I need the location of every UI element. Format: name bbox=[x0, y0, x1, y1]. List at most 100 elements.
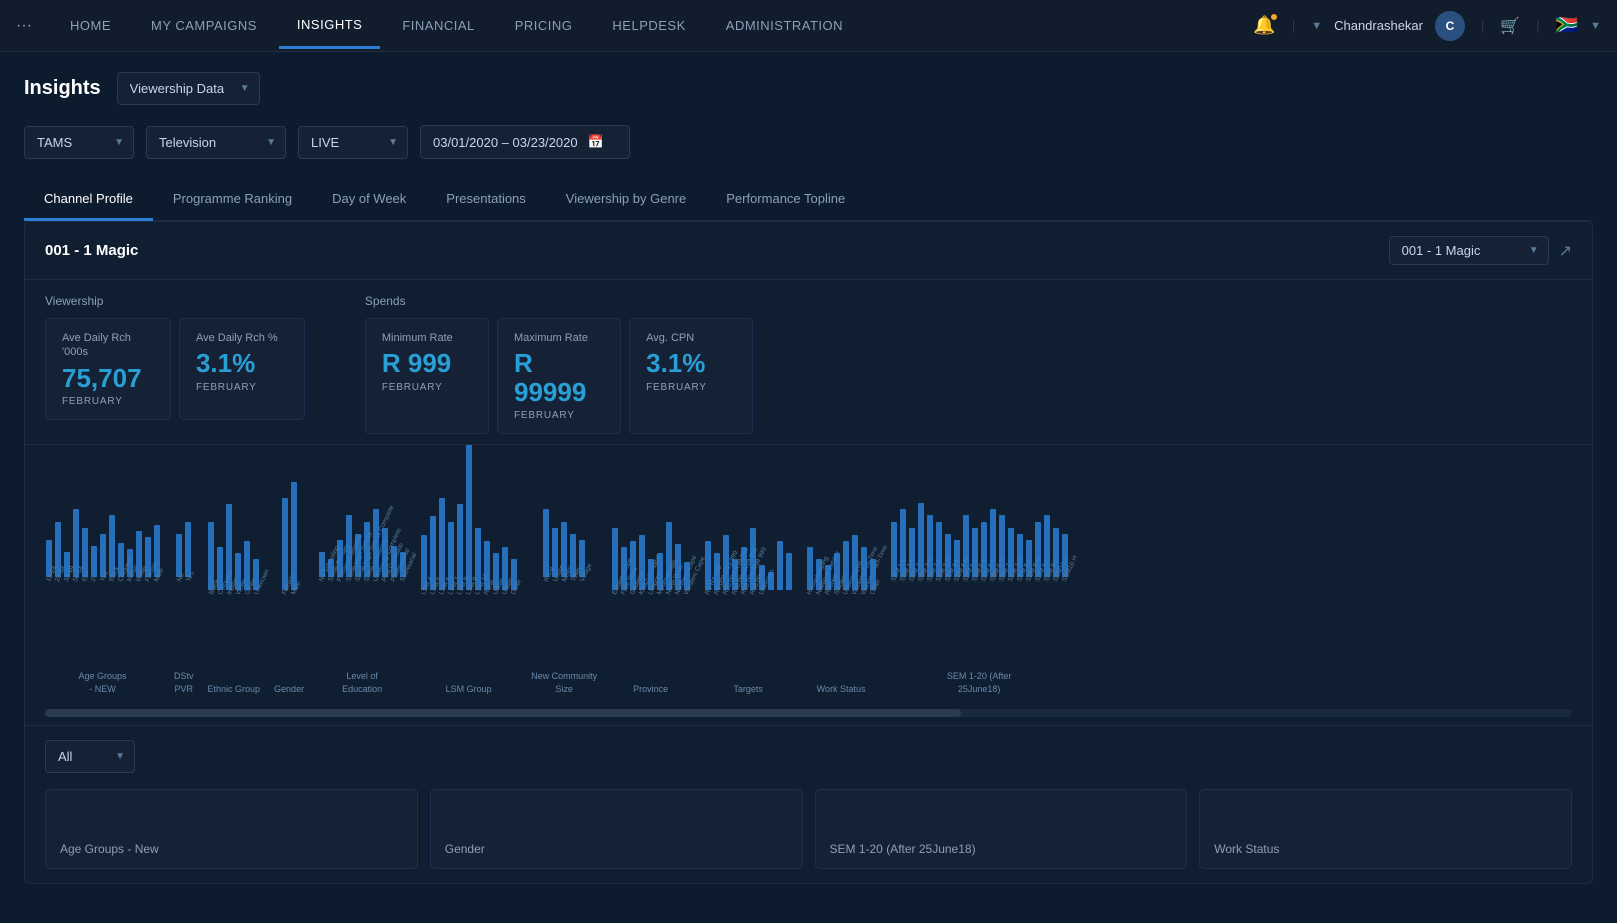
nav-my-campaigns[interactable]: MY CAMPAIGNS bbox=[133, 4, 275, 47]
metric-period-4: FEBRUARY bbox=[646, 382, 736, 393]
viewership-label: Viewership bbox=[45, 294, 305, 308]
bar bbox=[457, 504, 463, 590]
nav-financial[interactable]: FINANCIAL bbox=[384, 4, 492, 47]
group-name-5: LSM Group bbox=[446, 683, 492, 696]
channel-select[interactable]: 001 - 1 Magic bbox=[1389, 236, 1549, 265]
television-select[interactable]: Television bbox=[146, 126, 286, 159]
tab-presentations[interactable]: Presentations bbox=[426, 179, 546, 221]
chart-group-3: FemaleMaleGender bbox=[274, 482, 304, 696]
tab-day-of-week[interactable]: Day of Week bbox=[312, 179, 426, 221]
bar bbox=[91, 546, 97, 577]
nav-insights[interactable]: INSIGHTS bbox=[279, 3, 380, 49]
metrics-section: Viewership Ave Daily Rch '000s 75,707 FE… bbox=[25, 280, 1592, 445]
viewership-data-select[interactable]: Viewership Data bbox=[117, 72, 260, 105]
nav-right: 🔔 | ▼ Chandrashekar C | 🛒 | 🇿🇦 ▼ bbox=[1253, 11, 1601, 41]
tab-performance-topline[interactable]: Performance Topline bbox=[706, 179, 865, 221]
bar bbox=[226, 504, 232, 590]
card-title: 001 - 1 Magic bbox=[45, 242, 138, 259]
bottom-card-label-2: SEM 1-20 (After 25June18) bbox=[830, 842, 976, 856]
date-range-text: 03/01/2020 – 03/23/2020 bbox=[433, 135, 578, 150]
nav-administration[interactable]: ADMINISTRATION bbox=[708, 4, 861, 47]
metric-label-0: Ave Daily Rch '000s bbox=[62, 331, 154, 360]
group-name-9: Work Status bbox=[817, 683, 866, 696]
chart-group-0: 15-2425-3435-4950-6465+2-YesBlackColoure… bbox=[45, 509, 160, 695]
tab-viewership-by-genre[interactable]: Viewership by Genre bbox=[546, 179, 706, 221]
filter-row: TAMS ▼ Television ▼ LIVE ▼ 03/01/2020 – … bbox=[24, 125, 1593, 159]
divider-2: | bbox=[1481, 18, 1484, 33]
top-navigation: ··· HOME MY CAMPAIGNS INSIGHTS FINANCIAL… bbox=[0, 0, 1617, 52]
filter-all-select[interactable]: All bbox=[45, 740, 135, 773]
chart-group-9: HousekeepingNational ServiceRetiredStude… bbox=[806, 535, 876, 696]
avatar[interactable]: C bbox=[1435, 11, 1465, 41]
bottom-card-label-1: Gender bbox=[445, 842, 485, 856]
group-name-10: SEM 1-20 (After 25June18) bbox=[944, 670, 1014, 695]
group-name-1: DStvPVR bbox=[174, 670, 194, 695]
bar bbox=[291, 482, 297, 590]
live-select[interactable]: LIVE bbox=[298, 126, 408, 159]
chart-group-7: Eastern CapeFree StateGautengKwaZulu-Nat… bbox=[611, 522, 690, 696]
bar bbox=[176, 534, 182, 577]
chart-container: 15-2425-3435-4950-6465+2-YesBlackColoure… bbox=[45, 455, 1572, 705]
group-name-4: Level of Education bbox=[327, 670, 397, 695]
bottom-card-label-0: Age Groups - New bbox=[60, 842, 159, 856]
bar bbox=[786, 553, 792, 590]
tab-bar: Channel Profile Programme Ranking Day of… bbox=[24, 179, 1593, 221]
chart-group-4: No SchoolingSome PrimaryPrimary Complete… bbox=[318, 509, 406, 695]
metric-period-0: FEBRUARY bbox=[62, 396, 154, 407]
chart-group-8: R0-R4 999R5,000-R19 999R20,000-R39 999R4… bbox=[704, 528, 792, 696]
bar bbox=[466, 445, 472, 589]
spends-label: Spends bbox=[365, 294, 753, 308]
metric-value-1: 3.1% bbox=[196, 349, 288, 378]
metric-label-3: Maximum Rate bbox=[514, 331, 604, 345]
page-title: Insights bbox=[24, 77, 101, 100]
bar bbox=[439, 498, 445, 590]
group-name-2: Ethnic Group bbox=[208, 683, 261, 696]
bottom-card-label-3: Work Status bbox=[1214, 842, 1279, 856]
tab-channel-profile[interactable]: Channel Profile bbox=[24, 179, 153, 221]
bottom-section: All ▼ Age Groups - New Gender SEM 1-20 (… bbox=[25, 726, 1592, 883]
bar bbox=[777, 541, 783, 590]
tams-select[interactable]: TAMS bbox=[24, 126, 134, 159]
group-name-0: Age Groups- NEW bbox=[78, 670, 126, 695]
user-name[interactable]: Chandrashekar bbox=[1334, 18, 1423, 33]
metric-period-3: FEBRUARY bbox=[514, 410, 604, 421]
metric-value-0: 75,707 bbox=[62, 364, 154, 393]
metric-avg-cpn: Avg. CPN 3.1% FEBRUARY bbox=[629, 318, 753, 434]
chart-section: 15-2425-3435-4950-6465+2-YesBlackColoure… bbox=[25, 445, 1592, 726]
nav-home[interactable]: HOME bbox=[52, 4, 129, 47]
television-dropdown-wrap: Television ▼ bbox=[146, 126, 286, 159]
flag-icon: 🇿🇦 bbox=[1556, 15, 1578, 36]
metric-label-2: Minimum Rate bbox=[382, 331, 472, 345]
spends-section: Spends Minimum Rate R 999 FEBRUARY Maxim… bbox=[365, 294, 753, 434]
notification-bell[interactable]: 🔔 bbox=[1253, 15, 1275, 36]
chart-group-2: BlackColouredIndianWhiteOtherUnknownEthn… bbox=[208, 504, 261, 696]
nav-dots[interactable]: ··· bbox=[16, 17, 32, 35]
spends-metrics: Minimum Rate R 999 FEBRUARY Maximum Rate… bbox=[365, 318, 753, 434]
user-dropdown-arrow: ▼ bbox=[1311, 20, 1322, 32]
channel-select-wrap: 001 - 1 Magic ▼ bbox=[1389, 236, 1549, 265]
external-link-icon[interactable]: ↗ bbox=[1559, 241, 1572, 261]
metric-value-3: R 99999 bbox=[514, 349, 604, 406]
group-name-6: New CommunitySize bbox=[531, 670, 597, 695]
nav-helpdesk[interactable]: HELPDESK bbox=[594, 4, 703, 47]
card-header: 001 - 1 Magic 001 - 1 Magic ▼ ↗ bbox=[25, 222, 1592, 280]
group-name-7: Province bbox=[633, 683, 668, 696]
metric-period-2: FEBRUARY bbox=[382, 382, 472, 393]
date-range-picker[interactable]: 03/01/2020 – 03/23/2020 📅 bbox=[420, 125, 630, 159]
metric-value-4: 3.1% bbox=[646, 349, 736, 378]
metric-ave-daily-rch-000s: Ave Daily Rch '000s 75,707 FEBRUARY bbox=[45, 318, 171, 420]
chart-group-5: LSM 4LSM 5LSM 6LSM 7LSM 8LSM 9LSM 10Rura… bbox=[420, 445, 517, 695]
nav-pricing[interactable]: PRICING bbox=[497, 4, 591, 47]
metric-period-1: FEBRUARY bbox=[196, 382, 288, 393]
calendar-icon: 📅 bbox=[588, 134, 604, 150]
group-name-8: Targets bbox=[733, 683, 763, 696]
tab-programme-ranking[interactable]: Programme Ranking bbox=[153, 179, 312, 221]
bottom-card-sem: SEM 1-20 (After 25June18) bbox=[815, 789, 1188, 869]
nav-links: HOME MY CAMPAIGNS INSIGHTS FINANCIAL PRI… bbox=[52, 3, 1253, 49]
tams-dropdown-wrap: TAMS ▼ bbox=[24, 126, 134, 159]
bottom-card-age-groups: Age Groups - New bbox=[45, 789, 418, 869]
notification-dot bbox=[1270, 13, 1278, 21]
metric-value-2: R 999 bbox=[382, 349, 472, 378]
cart-icon[interactable]: 🛒 bbox=[1500, 16, 1520, 36]
bottom-card-work-status: Work Status bbox=[1199, 789, 1572, 869]
